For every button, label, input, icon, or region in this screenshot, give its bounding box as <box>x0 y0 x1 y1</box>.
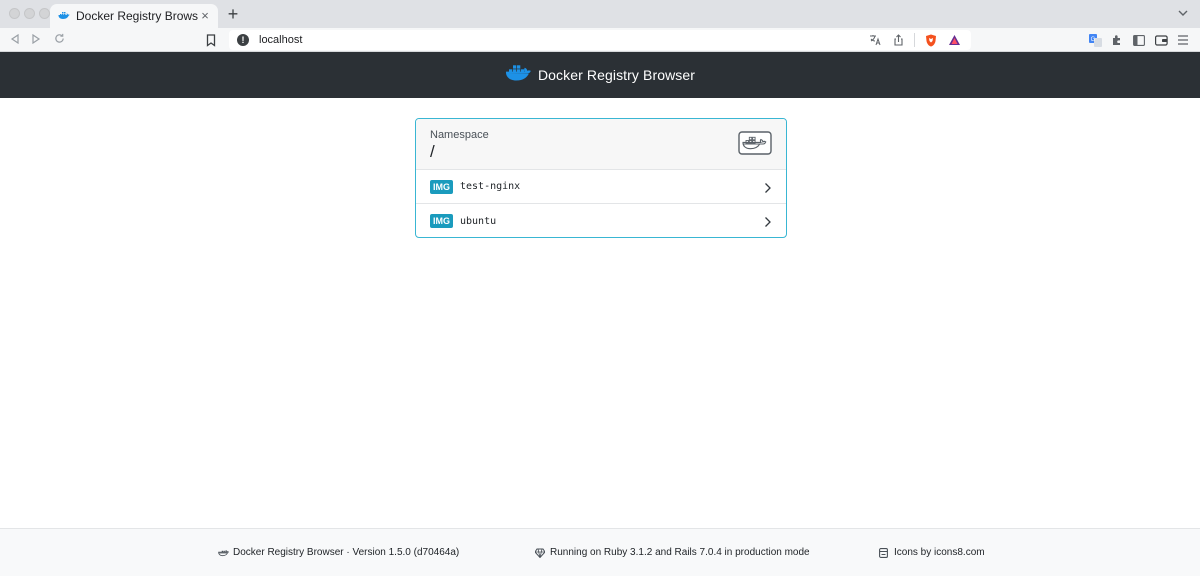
footer-version: Docker Registry Browser · Version 1.5.0 … <box>218 547 459 558</box>
back-icon[interactable] <box>6 31 24 49</box>
footer-version-text: Docker Registry Browser · Version 1.5.0 … <box>233 547 460 558</box>
footer-icons-credit: Icons by icons8.com <box>879 547 985 558</box>
forward-icon[interactable] <box>27 31 45 49</box>
brave-shield-icon[interactable] <box>924 33 938 47</box>
translate-icon[interactable] <box>868 33 882 47</box>
footer-runtime: Running on Ruby 3.1.2 and Rails 7.0.4 in… <box>535 547 810 558</box>
footer-icons-link[interactable]: Icons by icons8.com <box>894 547 985 558</box>
chevron-right-icon <box>764 181 772 193</box>
image-row-test-nginx[interactable]: IMG test-nginx <box>416 170 786 204</box>
toolbar-divider <box>914 33 915 47</box>
app-title[interactable]: Docker Registry Browser <box>538 67 695 83</box>
window-zoom-button[interactable] <box>39 8 50 19</box>
bookmark-icon[interactable] <box>206 31 220 49</box>
image-type-badge: IMG <box>430 214 453 228</box>
docker-container-icon <box>738 131 772 155</box>
browser-tab[interactable]: Docker Registry Browser × <box>50 4 218 28</box>
image-type-badge: IMG <box>430 179 453 194</box>
address-bar[interactable]: ! localhost <box>229 30 971 50</box>
ruby-gem-icon <box>535 547 546 558</box>
docker-whale-icon <box>218 547 229 558</box>
sidebar-icon[interactable] <box>1132 33 1146 47</box>
google-translate-extension-icon[interactable]: G <box>1088 33 1102 47</box>
namespace-card: Namespace / IMG test-nginx IMG ubuntu <box>415 118 787 238</box>
extensions-icon[interactable] <box>1110 33 1124 47</box>
footer-runtime-text: Running on Ruby 3.1.2 and Rails 7.0.4 in… <box>550 547 810 558</box>
brave-rewards-icon[interactable] <box>947 33 961 47</box>
image-row-ubuntu[interactable]: IMG ubuntu <box>416 204 786 237</box>
info-icon[interactable]: ! <box>237 34 249 46</box>
extension-toolbar: G <box>1088 33 1190 47</box>
window-minimize-button[interactable] <box>24 8 35 19</box>
image-name[interactable]: test-nginx <box>460 181 520 192</box>
app-header: Docker Registry Browser <box>0 52 1200 98</box>
icons8-icon <box>879 547 890 558</box>
image-name[interactable]: ubuntu <box>460 216 496 227</box>
new-tab-button[interactable]: + <box>224 5 242 23</box>
window-close-button[interactable] <box>9 8 20 19</box>
tab-close-icon[interactable]: × <box>198 9 212 23</box>
browser-toolbar: ! localhost G <box>0 28 1200 52</box>
namespace-header: Namespace / <box>416 119 786 170</box>
wallet-icon[interactable] <box>1154 33 1168 47</box>
share-icon[interactable] <box>891 33 905 47</box>
chevron-right-icon <box>764 215 772 227</box>
svg-text:G: G <box>1090 37 1095 43</box>
menu-icon[interactable] <box>1176 33 1190 47</box>
page-footer: Docker Registry Browser · Version 1.5.0 … <box>0 528 1200 576</box>
reload-icon[interactable] <box>50 31 68 49</box>
tab-title: Docker Registry Browser <box>76 9 198 23</box>
brand-link[interactable]: Docker Registry Browser <box>505 64 695 87</box>
docker-whale-icon <box>505 64 532 87</box>
docker-favicon-icon <box>58 10 70 22</box>
namespace-label: Namespace <box>430 129 489 141</box>
url-text[interactable]: localhost <box>259 34 302 46</box>
browser-tab-strip: Docker Registry Browser × + <box>0 0 1200 28</box>
tab-list-chevron-down-icon[interactable] <box>1178 6 1188 21</box>
namespace-value: / <box>430 142 435 161</box>
